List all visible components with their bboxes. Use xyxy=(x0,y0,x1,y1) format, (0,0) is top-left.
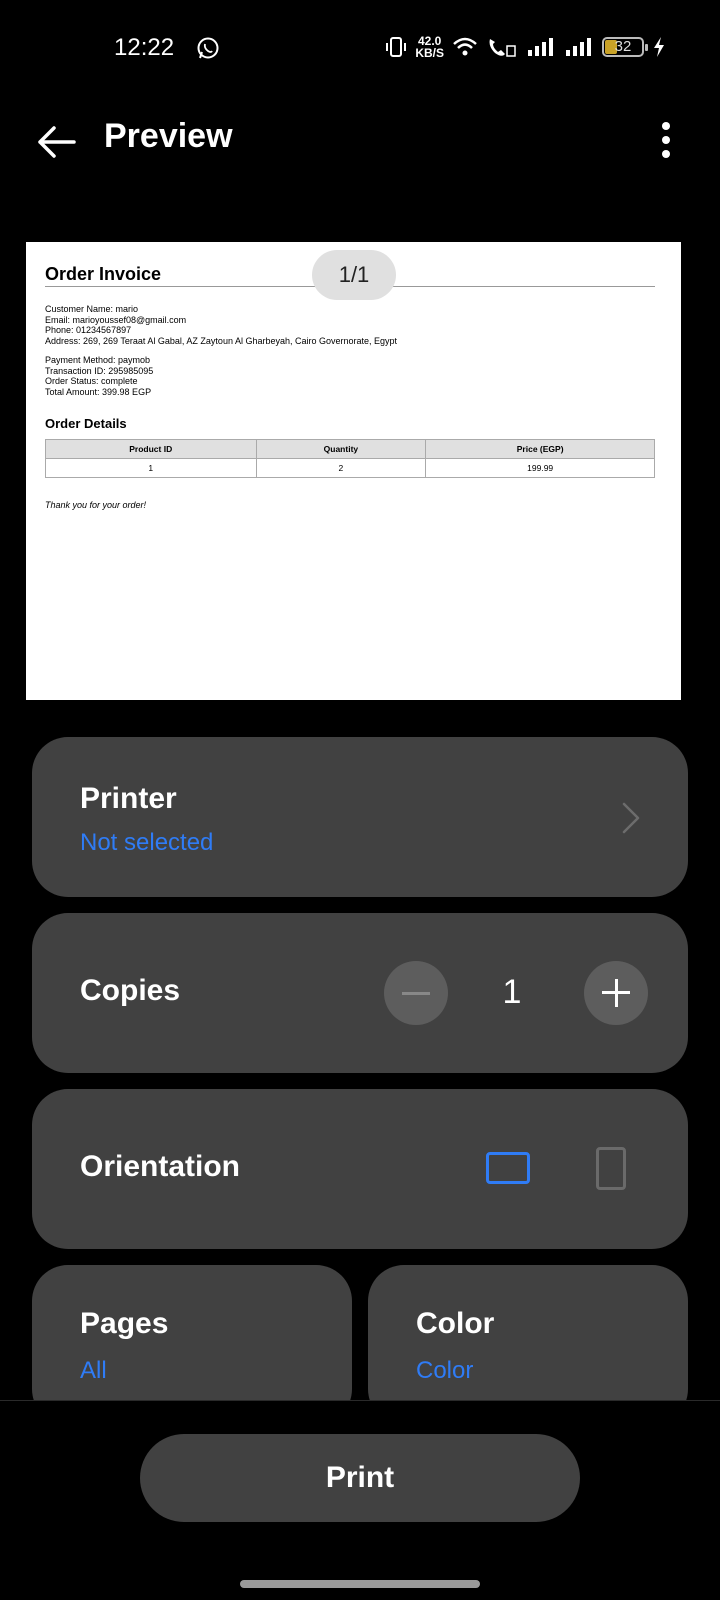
printer-label: Printer xyxy=(80,782,177,815)
customer-address: Address: 269, 269 Teraat Al Gabal, AZ Za… xyxy=(45,335,398,346)
app-bar: Preview xyxy=(0,100,720,180)
more-options-icon[interactable] xyxy=(658,122,674,162)
status-icons: 42.0 KB/S 32 xyxy=(385,32,666,62)
copies-label: Copies xyxy=(80,974,181,1007)
table-row: 1 2 199.99 xyxy=(45,458,655,478)
battery-icon: 32 xyxy=(602,37,648,57)
signal-icon xyxy=(528,38,553,56)
customer-phone: Phone: 01234567897 xyxy=(45,325,132,335)
copies-setting: Copies 1 xyxy=(32,913,688,1073)
wifi-calling-icon xyxy=(489,39,516,57)
portrait-orientation-icon[interactable] xyxy=(596,1147,626,1190)
charging-icon xyxy=(654,37,664,57)
battery-level: 32 xyxy=(614,38,632,55)
network-speed: 42.0 KB/S xyxy=(415,35,444,59)
chevron-right-icon xyxy=(622,802,640,834)
print-button[interactable]: Print xyxy=(140,1434,580,1522)
customer-name: Customer Name: mario xyxy=(45,304,139,314)
orientation-setting: Orientation xyxy=(32,1089,688,1249)
table-header: Price (EGP) xyxy=(425,439,655,459)
table-header: Product ID xyxy=(45,439,257,459)
printer-value: Not selected xyxy=(80,829,214,856)
pages-label: Pages xyxy=(80,1307,169,1340)
color-value: Color xyxy=(416,1357,474,1384)
printer-setting[interactable]: Printer Not selected xyxy=(32,737,688,897)
invoice-title: Order Invoice xyxy=(45,264,162,284)
customer-info: Customer Name: mario Email: marioyoussef… xyxy=(45,304,397,346)
table-cell: 2 xyxy=(255,458,427,478)
back-arrow-icon[interactable] xyxy=(34,120,78,164)
copies-value: 1 xyxy=(502,973,522,1011)
document-preview[interactable]: Order Invoice 1/1 Customer Name: mario E… xyxy=(26,242,681,700)
page-indicator: 1/1 xyxy=(312,250,396,300)
table-header: Quantity xyxy=(255,439,427,459)
order-details-heading: Order Details xyxy=(45,416,127,431)
bottom-action-bar: Print xyxy=(0,1400,720,1600)
vibrate-icon xyxy=(386,37,407,57)
pages-value: All xyxy=(80,1357,107,1384)
increase-copies-button[interactable] xyxy=(584,961,648,1025)
page-title: Preview xyxy=(104,117,233,155)
table-cell: 199.99 xyxy=(425,458,655,478)
payment-method: Payment Method: paymob xyxy=(45,355,151,365)
table-header-row: Product ID Quantity Price (EGP) xyxy=(45,439,655,459)
table-cell: 1 xyxy=(45,458,257,478)
status-bar: 12:22 42.0 KB/S 32 xyxy=(0,0,720,96)
wifi-icon xyxy=(453,37,477,56)
customer-email: Email: marioyoussef08@gmail.com xyxy=(45,314,187,325)
order-details-table: Product ID Quantity Price (EGP) 1 2 199.… xyxy=(45,439,655,478)
orientation-label: Orientation xyxy=(80,1150,241,1183)
decrease-copies-button[interactable] xyxy=(384,961,448,1025)
whatsapp-icon xyxy=(197,37,219,59)
color-label: Color xyxy=(416,1307,495,1340)
transaction-id: Transaction ID: 295985095 xyxy=(45,365,154,376)
landscape-orientation-icon[interactable] xyxy=(486,1152,530,1184)
payment-info: Payment Method: paymob Transaction ID: 2… xyxy=(45,355,153,397)
network-speed-unit: KB/S xyxy=(415,46,444,60)
signal-icon xyxy=(566,38,591,56)
order-status: Order Status: complete xyxy=(45,376,138,386)
thank-you-note: Thank you for your order! xyxy=(45,500,147,510)
status-time: 12:22 xyxy=(114,34,175,61)
gesture-home-bar[interactable] xyxy=(240,1580,480,1588)
total-amount: Total Amount: 399.98 EGP xyxy=(45,386,152,397)
